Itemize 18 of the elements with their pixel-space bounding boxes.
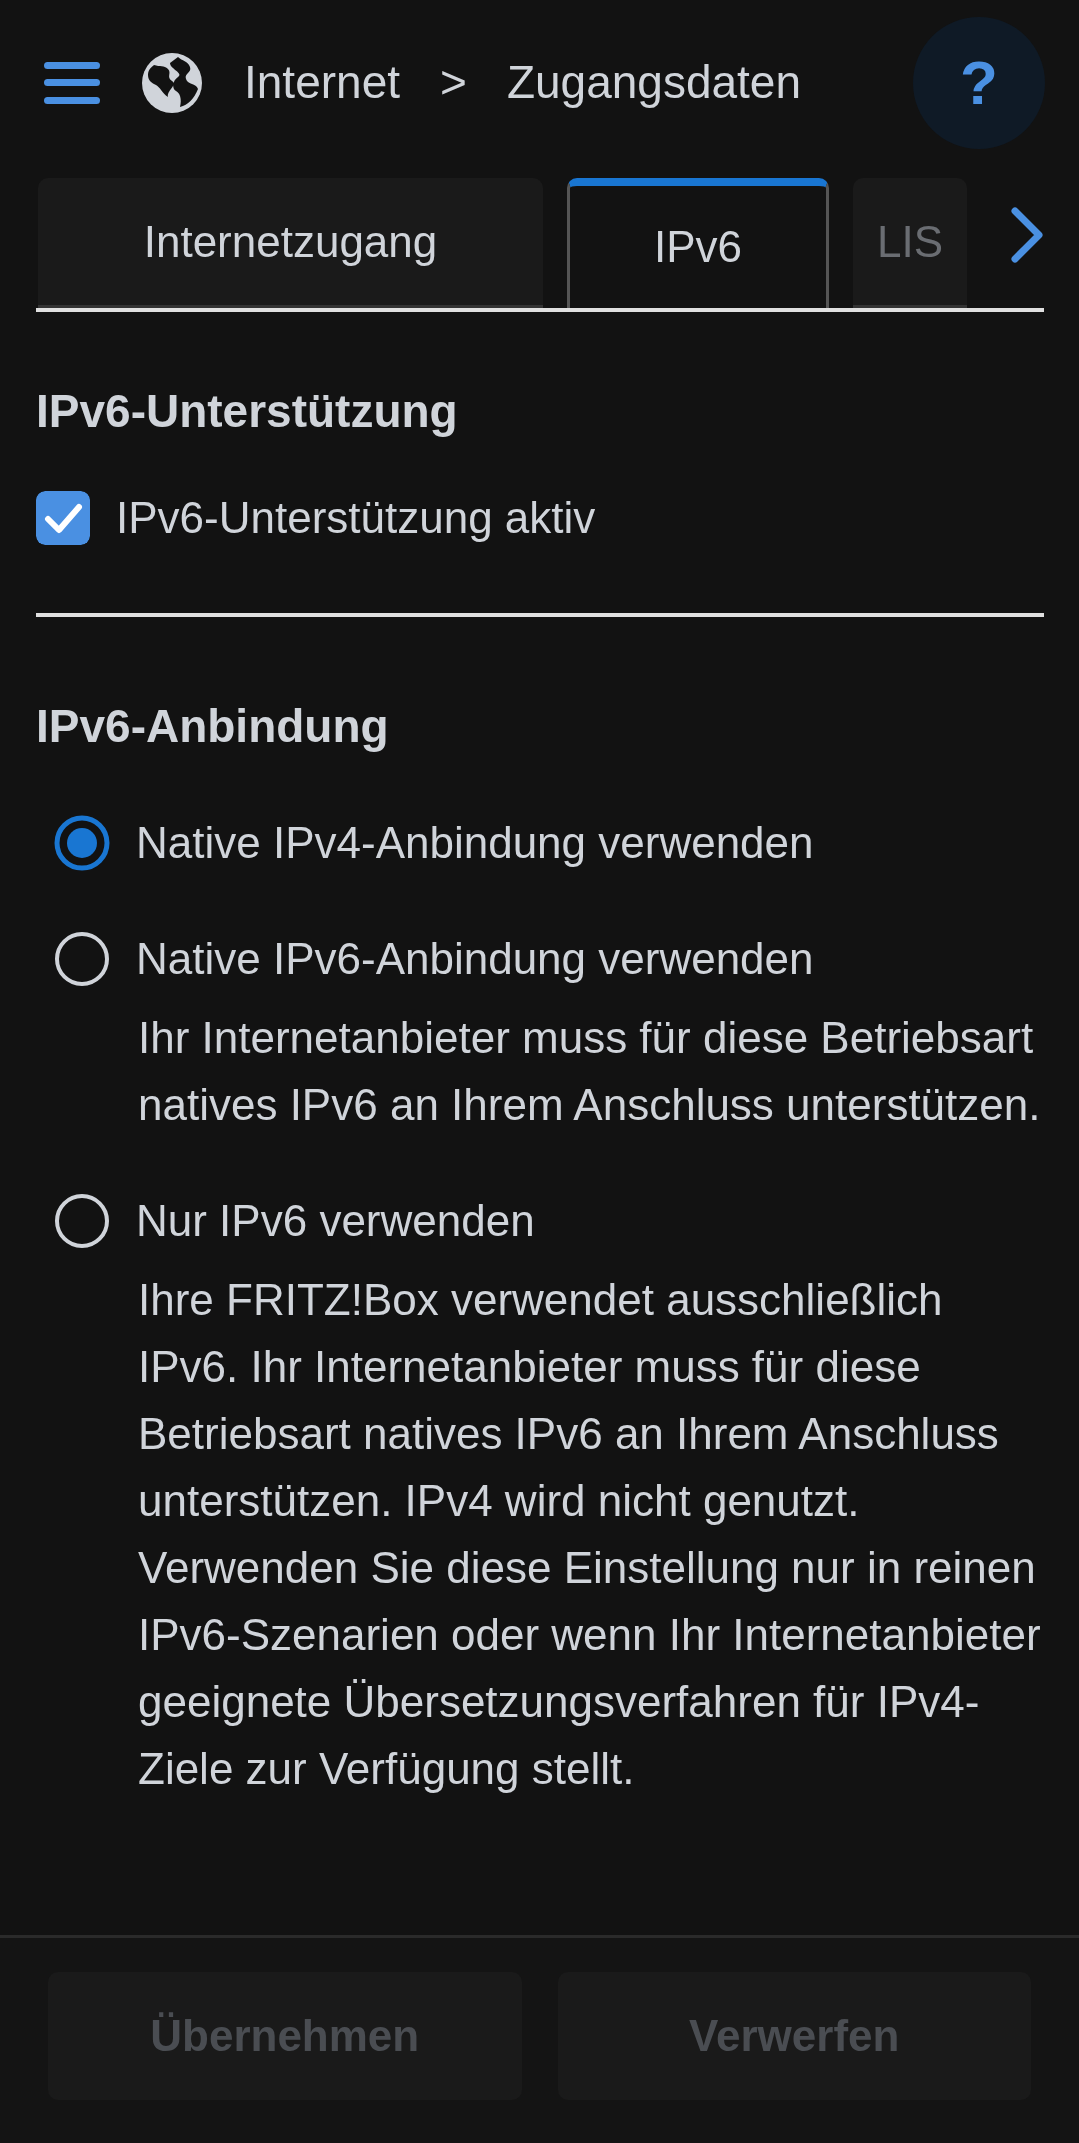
section-heading: IPv6-Unterstützung <box>36 384 459 439</box>
menu-icon[interactable] <box>44 61 100 104</box>
radio-label[interactable]: Native IPv6-Anbindung verwenden <box>136 926 814 993</box>
option-description: Ihr Internetanbieter muss für diese Betriebsart natives IPv6 an Ihrem Anschluss unterstützen. <box>138 1012 1042 1132</box>
option-description: Ihre FRITZ!Box verwendet ausschließlich IPv6. Ihr Internetanbieter muss für diese Betriebsart natives IPv6 an Ihrem Anschluss unterstützen. IPv4 wird nicht genutzt. Verwenden Sie diese Einstellung nur in reinen IPv6-Szenarien oder wenn Ihr Internetanbieter geeignete Übersetzungsverfahren für IPv4-Ziele zur Verfügung stellt. <box>138 1274 1042 1796</box>
radio-label[interactable]: Nur IPv6 verwenden <box>136 1188 535 1255</box>
checkbox[interactable] <box>36 491 90 546</box>
radio-label[interactable]: Native IPv4-Anbindung verwenden <box>136 810 814 877</box>
globe-icon <box>140 50 204 115</box>
breadcrumb-current[interactable]: Zugangsdaten <box>506 48 801 117</box>
breadcrumb-separator: > <box>440 55 467 110</box>
radio-button[interactable] <box>54 815 110 872</box>
tab[interactable]: Internetzugang <box>38 178 543 308</box>
checkbox-label[interactable]: IPv6-Unterstützung aktiv <box>116 485 596 552</box>
tab[interactable]: IPv6 <box>567 178 829 308</box>
help-button[interactable]: ? <box>913 16 1045 149</box>
breadcrumb-link[interactable]: Internet <box>244 48 400 117</box>
section-heading: IPv6-Anbindung <box>36 699 390 755</box>
